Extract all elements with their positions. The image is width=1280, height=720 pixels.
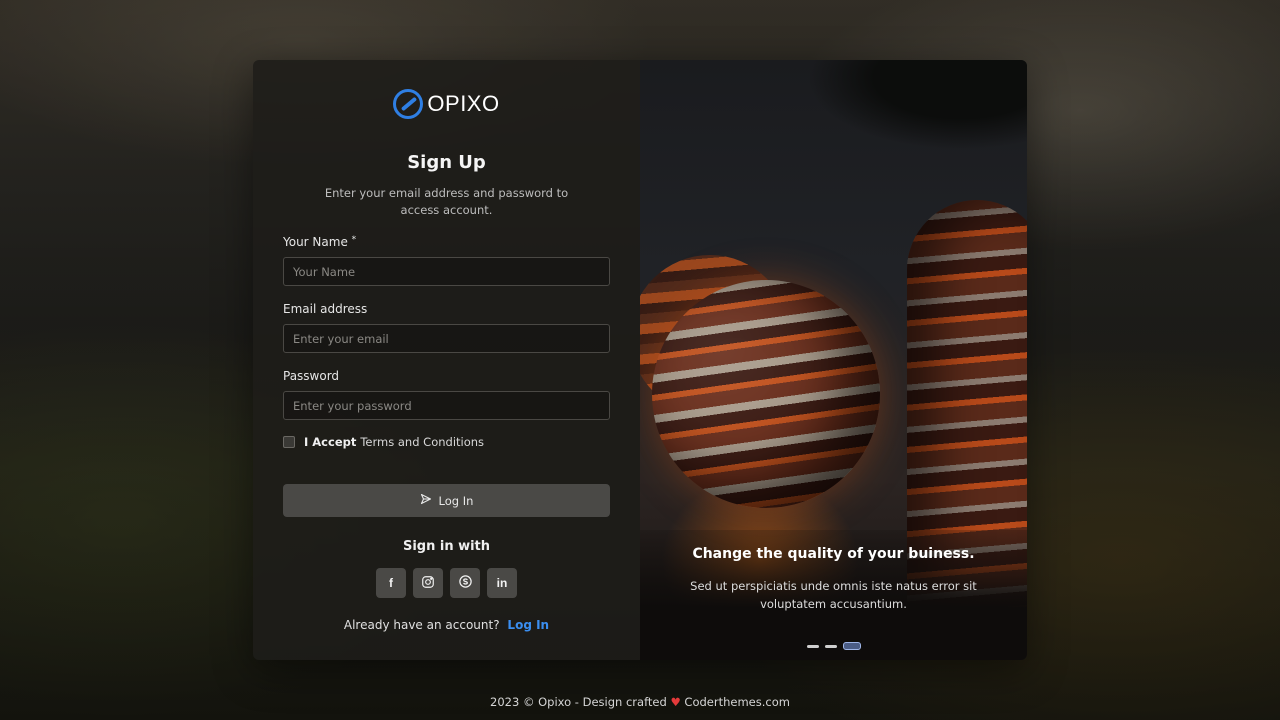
carousel-panel: Change the quality of your buiness. Sed … — [640, 60, 1027, 660]
linkedin-button[interactable]: in — [487, 568, 517, 598]
login-prompt-text: Already have an account? — [343, 618, 500, 632]
footer-text: 2023 © Opixo - Design crafted — [490, 695, 667, 709]
social-heading: Sign in with — [402, 539, 491, 554]
signup-card: OPIXO Sign Up Enter your email address a… — [253, 60, 1027, 660]
carousel-title: Change the quality of your buiness. — [692, 546, 975, 562]
name-input[interactable] — [283, 257, 610, 286]
logo-mark-icon — [393, 89, 424, 119]
carousel-dot[interactable] — [806, 644, 819, 648]
name-label-text: Your Name — [283, 235, 348, 249]
name-label: Your Name * — [283, 235, 610, 249]
facebook-button[interactable]: f — [376, 568, 406, 598]
social-buttons: f in — [283, 568, 610, 598]
terms-row: I Accept Terms and Conditions — [283, 435, 610, 449]
footer-link[interactable]: Coderthemes.com — [684, 695, 790, 709]
login-button-label: Log In — [438, 493, 474, 508]
instagram-icon — [421, 575, 435, 592]
page-subtitle: Enter your email address and password to… — [324, 186, 569, 217]
facebook-icon: f — [389, 576, 393, 590]
foreground-sphere — [652, 280, 880, 508]
carousel-dot[interactable] — [824, 644, 837, 648]
login-prompt: Already have an account? Log In — [283, 618, 610, 632]
login-button[interactable]: Log In — [283, 484, 610, 517]
skype-icon — [458, 574, 473, 592]
tree-silhouette — [807, 60, 1027, 150]
password-input[interactable] — [283, 391, 610, 420]
page-title: Sign Up — [407, 152, 486, 173]
carousel-description: Sed ut perspiciatis unde omnis iste natu… — [690, 579, 977, 611]
brand-logo[interactable]: OPIXO — [283, 89, 610, 119]
terms-link-text[interactable]: Terms and Conditions — [360, 435, 484, 449]
instagram-button[interactable] — [413, 568, 443, 598]
linkedin-icon: in — [496, 576, 508, 590]
required-mark: * — [351, 235, 357, 245]
login-link[interactable]: Log In — [507, 618, 549, 632]
carousel-dot-active[interactable] — [842, 642, 861, 650]
password-label: Password — [283, 369, 340, 383]
terms-accept-label[interactable]: I Accept — [304, 435, 356, 449]
skype-button[interactable] — [450, 568, 480, 598]
terms-checkbox[interactable] — [283, 436, 295, 448]
carousel-indicators — [640, 642, 1027, 650]
page-footer: 2023 © Opixo - Design crafted ♥ Coderthe… — [0, 695, 1280, 709]
email-input[interactable] — [283, 324, 610, 353]
heart-icon: ♥ — [670, 695, 681, 709]
brand-name: OPIXO — [427, 91, 500, 116]
send-icon — [420, 493, 432, 508]
signup-form-panel: OPIXO Sign Up Enter your email address a… — [253, 60, 640, 660]
email-label: Email address — [283, 302, 368, 316]
